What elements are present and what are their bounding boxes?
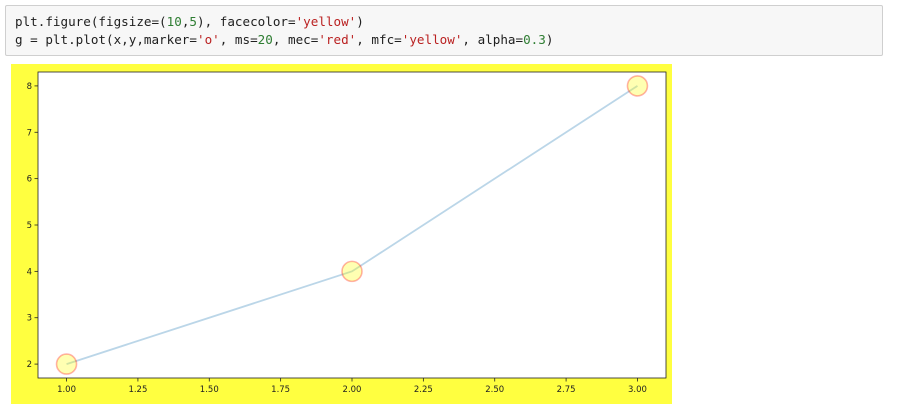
y-tick-label: 4 — [27, 267, 32, 277]
data-point-marker — [341, 260, 363, 283]
y-tick-label: 2 — [27, 360, 32, 370]
x-tick-label: 2.00 — [343, 385, 362, 395]
y-tick-label: 3 — [27, 314, 32, 324]
x-tick-label: 1.00 — [57, 385, 76, 395]
x-tick-label: 1.50 — [200, 385, 219, 395]
x-tick-label: 2.75 — [557, 385, 576, 395]
plot-figure: 2 3 4 5 6 7 8 1.00 1.25 1.50 1.75 2.00 2.25 2.50 2.75… — [11, 64, 672, 404]
code-cell[interactable]: plt.figure(figsize=(10,5), facecolor='ye… — [5, 5, 883, 56]
y-tick-label: 5 — [27, 221, 32, 231]
code-string: 'red' — [318, 32, 357, 47]
y-tick-label: 6 — [27, 175, 32, 185]
code-string: 'yellow' — [295, 14, 357, 29]
line-chart: 2 3 4 5 6 7 8 1.00 1.25 1.50 1.75 2.00 2.25 2.50 2.75… — [27, 71, 667, 395]
y-tick-label: 7 — [27, 128, 32, 138]
x-tick-label: 1.25 — [128, 385, 147, 395]
y-axis-ticks: 2 3 4 5 6 7 8 — [27, 82, 38, 370]
code-number: 20 — [257, 32, 273, 47]
code-token: plt.figure(figsize=( — [15, 14, 167, 29]
x-tick-label: 2.25 — [414, 385, 433, 395]
code-token: ) — [356, 14, 364, 29]
code-token: , mfc= — [356, 32, 402, 47]
data-point-marker — [626, 75, 649, 97]
data-point-marker — [55, 353, 78, 375]
code-line-1: plt.figure(figsize=(10,5), facecolor='ye… — [15, 14, 364, 30]
axes-background — [37, 71, 667, 379]
x-tick-label: 1.75 — [271, 385, 290, 395]
code-token: , ms= — [219, 32, 258, 47]
code-string: 'o' — [196, 32, 220, 47]
x-tick-label: 2.50 — [485, 385, 504, 395]
code-token: g = plt.plot(x,y,marker= — [15, 32, 197, 47]
x-axis-ticks: 1.00 1.25 1.50 1.75 2.00 2.25 2.50 2.75 3.00 — [57, 378, 647, 395]
code-token: , mec= — [272, 32, 319, 47]
y-tick-label: 8 — [27, 82, 32, 92]
code-token: , alpha= — [462, 32, 524, 47]
code-line-2: g = plt.plot(x,y,marker='o', ms=20, mec=… — [15, 32, 553, 48]
code-token: ), facecolor= — [197, 14, 296, 29]
code-string: 'yellow' — [401, 32, 463, 47]
code-number: 10 — [166, 14, 182, 29]
x-tick-label: 3.00 — [628, 385, 647, 395]
code-number: 0.3 — [523, 32, 546, 47]
code-token: ) — [545, 32, 554, 47]
code-number: 5 — [189, 14, 198, 29]
